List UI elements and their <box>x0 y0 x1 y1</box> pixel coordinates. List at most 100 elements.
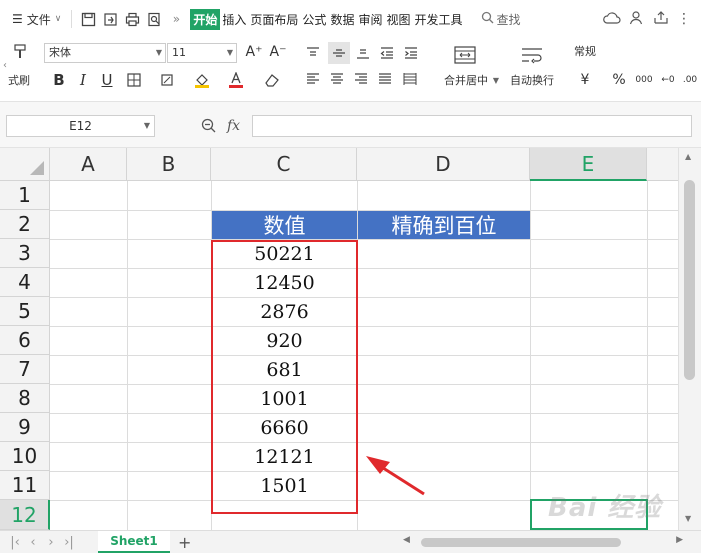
justify-icon[interactable] <box>376 70 394 88</box>
row-header-8[interactable]: 8 <box>0 384 50 413</box>
share-icon[interactable] <box>653 10 669 29</box>
underline-icon[interactable]: U <box>98 70 116 90</box>
align-center-icon[interactable] <box>328 70 346 88</box>
eraser-icon[interactable] <box>258 70 286 90</box>
merge-center-label[interactable]: 合并居中 <box>434 72 498 88</box>
column-header-c[interactable]: C <box>211 148 357 181</box>
chevron-down-icon[interactable]: ▼ <box>492 74 500 86</box>
row-header-6[interactable]: 6 <box>0 326 50 355</box>
cloud-sync-icon[interactable] <box>603 11 621 28</box>
currency-icon[interactable]: ¥ <box>575 70 595 90</box>
highlight-box <box>211 240 358 514</box>
more-icon[interactable]: » <box>166 9 186 29</box>
border-icon[interactable] <box>122 70 146 90</box>
column-header-e[interactable]: E <box>530 148 647 181</box>
row-header-11[interactable]: 11 <box>0 471 50 500</box>
indent-increase-icon[interactable] <box>402 44 420 62</box>
row-header-3[interactable]: 3 <box>0 239 50 268</box>
increase-font-icon[interactable]: A⁺ <box>244 42 264 62</box>
last-sheet-icon[interactable]: ›| <box>60 535 78 550</box>
align-middle-icon[interactable] <box>328 42 350 64</box>
tab-insert[interactable]: 插入 <box>220 11 248 28</box>
formula-bar: E12 ▼ fx <box>0 102 701 148</box>
column-header-b[interactable]: B <box>127 148 211 181</box>
add-sheet-icon[interactable]: + <box>178 533 191 552</box>
row-header-4[interactable]: 4 <box>0 268 50 297</box>
align-bottom-icon[interactable] <box>354 44 372 62</box>
row-header-5[interactable]: 5 <box>0 297 50 326</box>
sheet-tab-bar: |‹ ‹ › ›| Sheet1 + ◀ ▶ <box>0 530 701 553</box>
select-all-corner[interactable] <box>0 148 50 181</box>
sheet-tab-sheet1[interactable]: Sheet1 <box>98 531 170 553</box>
align-top-icon[interactable] <box>304 44 322 62</box>
indent-decrease-icon[interactable] <box>378 44 396 62</box>
percent-icon[interactable]: % <box>609 70 629 90</box>
number-format-select[interactable]: 常规 <box>570 43 701 63</box>
font-size-select[interactable]: 11 ▼ <box>167 43 237 63</box>
fill-style-icon[interactable] <box>156 70 180 90</box>
save-icon[interactable] <box>78 9 98 29</box>
annotation-arrow <box>366 456 425 496</box>
column-header-a[interactable]: A <box>50 148 127 181</box>
grid-line <box>50 355 678 356</box>
horizontal-scrollbar[interactable]: ◀ ▶ <box>395 535 685 548</box>
column-header-d[interactable]: D <box>357 148 530 181</box>
row-header-7[interactable]: 7 <box>0 355 50 384</box>
file-menu[interactable]: ☰ 文件 ∨ <box>0 11 67 28</box>
fx-label[interactable]: fx <box>227 118 240 134</box>
align-right-icon[interactable] <box>352 70 370 88</box>
wrap-text-icon[interactable] <box>519 44 545 66</box>
format-brush-icon[interactable] <box>10 42 30 62</box>
tab-data[interactable]: 数据 <box>328 11 356 28</box>
scroll-down-icon[interactable]: ▼ <box>685 514 691 523</box>
scroll-thumb[interactable] <box>684 180 695 380</box>
row-header-10[interactable]: 10 <box>0 442 50 471</box>
font-name-select[interactable]: 宋体 ▼ <box>44 43 166 63</box>
cell-c2-header[interactable]: 数值 <box>212 211 357 239</box>
formula-input[interactable] <box>252 115 692 137</box>
print-icon[interactable] <box>122 9 142 29</box>
vertical-scrollbar[interactable]: ▲ ▼ <box>678 148 701 530</box>
zoom-icon[interactable] <box>201 118 217 137</box>
tab-home[interactable]: 开始 <box>190 8 221 30</box>
tab-review[interactable]: 审阅 <box>356 11 384 28</box>
search-box[interactable]: 查找 <box>481 11 521 28</box>
font-color-icon[interactable] <box>224 70 248 90</box>
fill-color-icon[interactable] <box>190 70 214 90</box>
user-share-icon[interactable] <box>629 10 645 29</box>
increase-decimal-icon[interactable]: ←0 <box>658 70 678 90</box>
prev-sheet-icon[interactable]: ‹ <box>24 535 42 550</box>
column-header-f[interactable] <box>647 148 678 181</box>
ribbon-collapse-icon[interactable]: ‹ <box>0 60 10 71</box>
spreadsheet-grid[interactable]: A B C D E 1 2 3 4 5 6 7 8 9 10 11 12 数值 … <box>0 148 678 530</box>
scroll-right-icon[interactable]: ▶ <box>676 535 683 545</box>
more-options-icon[interactable]: ⋮ <box>677 11 691 27</box>
scroll-thumb[interactable] <box>421 538 621 547</box>
tab-view[interactable]: 视图 <box>384 11 412 28</box>
merge-center-icon[interactable] <box>452 44 478 66</box>
italic-icon[interactable]: I <box>74 70 92 90</box>
cell-d2-header[interactable]: 精确到百位 <box>358 211 530 239</box>
print-preview-icon[interactable] <box>144 9 164 29</box>
tab-page-layout[interactable]: 页面布局 <box>248 11 300 28</box>
decrease-decimal-icon[interactable]: .00 <box>680 70 700 90</box>
row-header-12[interactable]: 12 <box>0 500 50 530</box>
tab-developer[interactable]: 开发工具 <box>412 11 464 28</box>
row-header-9[interactable]: 9 <box>0 413 50 442</box>
scroll-up-icon[interactable]: ▲ <box>685 152 691 161</box>
format-brush-label[interactable]: 式刷 <box>6 72 32 88</box>
next-sheet-icon[interactable]: › <box>42 535 60 550</box>
distributed-align-icon[interactable] <box>400 70 420 88</box>
thousands-icon[interactable]: 000 <box>634 70 654 90</box>
row-header-2[interactable]: 2 <box>0 210 50 239</box>
bold-icon[interactable]: B <box>50 70 68 90</box>
wrap-text-label[interactable]: 自动换行 <box>504 72 560 88</box>
export-icon[interactable] <box>100 9 120 29</box>
name-box[interactable]: E12 ▼ <box>6 115 155 137</box>
row-header-1[interactable]: 1 <box>0 181 50 210</box>
scroll-left-icon[interactable]: ◀ <box>403 535 410 545</box>
decrease-font-icon[interactable]: A⁻ <box>268 42 288 62</box>
align-left-icon[interactable] <box>304 70 322 88</box>
tab-formulas[interactable]: 公式 <box>300 11 328 28</box>
first-sheet-icon[interactable]: |‹ <box>6 535 24 550</box>
